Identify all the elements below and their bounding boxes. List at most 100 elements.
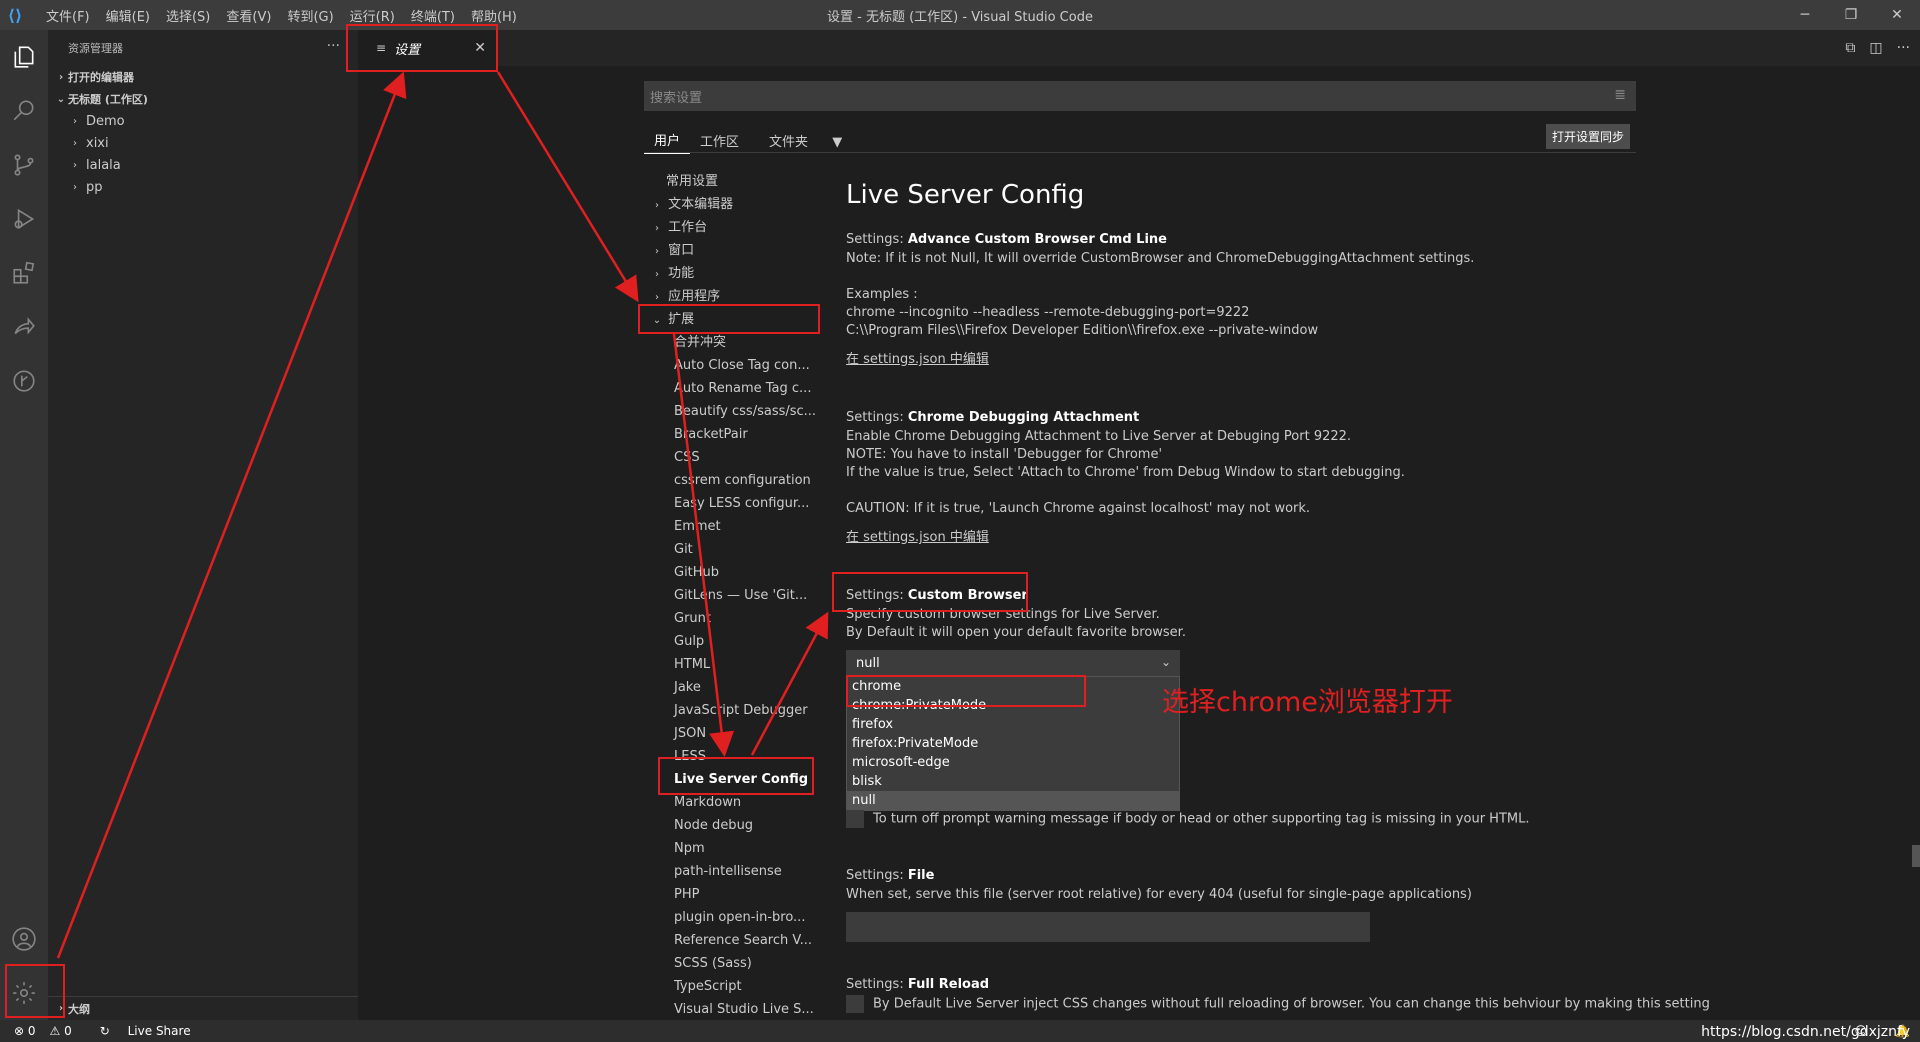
- option-blisk[interactable]: blisk: [847, 772, 1179, 791]
- toc-item[interactable]: › 文本编辑器: [644, 193, 824, 216]
- toc-ext-item[interactable]: Auto Rename Tag c...: [644, 377, 824, 400]
- toc-ext-item[interactable]: BracketPair: [644, 423, 824, 446]
- editor-tab-bar: ≡ 设置 ✕ ⧉ ◫ ···: [358, 30, 1920, 66]
- checkbox[interactable]: [846, 810, 864, 828]
- toc-ext-item[interactable]: Node debug: [644, 814, 824, 837]
- menu-help[interactable]: 帮助(H): [463, 6, 525, 25]
- menu-view[interactable]: 查看(V): [218, 6, 279, 25]
- tab-folder[interactable]: 文件夹 ▼: [749, 127, 862, 154]
- more-actions-icon[interactable]: ···: [327, 38, 340, 54]
- explorer-icon[interactable]: [0, 30, 48, 84]
- toc-item[interactable]: 常用设置: [644, 170, 824, 193]
- toc-ext-item[interactable]: cssrem configuration: [644, 469, 824, 492]
- open-settings-json-icon[interactable]: ⧉: [1845, 40, 1855, 56]
- toc-ext-item[interactable]: Git: [644, 538, 824, 561]
- option-microsoft-edge[interactable]: microsoft-edge: [847, 753, 1179, 772]
- custom-browser-select[interactable]: null ⌄: [846, 650, 1180, 676]
- live-share-icon[interactable]: [0, 300, 48, 354]
- toc-ext-item[interactable]: Auto Close Tag con...: [644, 354, 824, 377]
- toc-item[interactable]: › 工作台: [644, 216, 824, 239]
- toc-ext-item[interactable]: SCSS (Sass): [644, 952, 824, 975]
- search-icon[interactable]: [0, 84, 48, 138]
- toc-ext-item[interactable]: Jake: [644, 676, 824, 699]
- settings-search-input[interactable]: 搜索设置 ≣: [644, 81, 1636, 111]
- setting-line: chrome --incognito --headless --remote-d…: [846, 305, 1250, 320]
- toc-ext-item[interactable]: TypeScript: [644, 975, 824, 998]
- toc-ext-item[interactable]: Grunt: [644, 607, 824, 630]
- folder-pp[interactable]: › pp: [48, 176, 358, 198]
- extensions-icon[interactable]: [0, 246, 48, 300]
- toc-ext-item[interactable]: plugin open-in-bro...: [644, 906, 824, 929]
- settings-gear-icon[interactable]: [0, 966, 48, 1020]
- toc-ext-item[interactable]: GitHub: [644, 561, 824, 584]
- setting-title: Settings: File: [846, 868, 935, 883]
- menu-terminal[interactable]: 终端(T): [403, 6, 463, 25]
- accounts-icon[interactable]: [0, 912, 48, 966]
- toc-ext-item[interactable]: CSS: [644, 446, 824, 469]
- toc-ext-item[interactable]: Visual Studio Live S...: [644, 998, 824, 1021]
- close-window-button[interactable]: ✕: [1874, 0, 1920, 30]
- settings-sync-button[interactable]: 打开设置同步: [1546, 124, 1631, 149]
- toc-item-extensions[interactable]: ⌄ 扩展: [644, 308, 824, 331]
- option-null[interactable]: null: [847, 791, 1179, 810]
- toc-ext-item[interactable]: Npm: [644, 837, 824, 860]
- title-bar: ⟨⟩ 文件(F) 编辑(E) 选择(S) 查看(V) 转到(G) 运行(R) 终…: [0, 0, 1920, 30]
- menu-file[interactable]: 文件(F): [38, 6, 98, 25]
- edit-in-settings-json-link[interactable]: 在 settings.json 中编辑: [846, 352, 989, 367]
- live-share-status[interactable]: ↻ Live Share: [86, 1024, 191, 1038]
- edit-in-settings-json-link[interactable]: 在 settings.json 中编辑: [846, 530, 989, 545]
- restore-button[interactable]: ❐: [1828, 0, 1874, 30]
- setting-title: Settings: Chrome Debugging Attachment: [846, 410, 1140, 425]
- menu-go[interactable]: 转到(G): [279, 6, 341, 25]
- toc-ext-item[interactable]: path-intellisense: [644, 860, 824, 883]
- option-chrome-private[interactable]: chrome:PrivateMode: [847, 696, 1179, 715]
- minimize-button[interactable]: ─: [1782, 0, 1828, 30]
- folder-demo[interactable]: › Demo: [48, 110, 358, 132]
- toc-ext-item[interactable]: LESS: [644, 745, 824, 768]
- folder-lalala[interactable]: › lalala: [48, 154, 358, 176]
- toc-ext-item[interactable]: Reference Search V...: [644, 929, 824, 952]
- option-firefox-private[interactable]: firefox:PrivateMode: [847, 734, 1179, 753]
- menu-bar: 文件(F) 编辑(E) 选择(S) 查看(V) 转到(G) 运行(R) 终端(T…: [38, 6, 525, 25]
- toc-item[interactable]: › 功能: [644, 262, 824, 285]
- toc-ext-item[interactable]: Beautify css/sass/sc...: [644, 400, 824, 423]
- run-debug-icon[interactable]: [0, 192, 48, 246]
- toc-ext-item[interactable]: 合并冲突: [644, 331, 824, 354]
- toc-ext-item[interactable]: Emmet: [644, 515, 824, 538]
- split-editor-icon[interactable]: ◫: [1869, 40, 1882, 56]
- option-firefox[interactable]: firefox: [847, 715, 1179, 734]
- toc-item[interactable]: › 窗口: [644, 239, 824, 262]
- scrollbar-thumb[interactable]: [1912, 845, 1920, 867]
- toc-ext-item[interactable]: Easy LESS configur...: [644, 492, 824, 515]
- menu-run[interactable]: 运行(R): [342, 6, 403, 25]
- more-actions-icon[interactable]: ···: [1897, 40, 1910, 56]
- source-control-icon[interactable]: [0, 138, 48, 192]
- tab-settings[interactable]: ≡ 设置 ✕: [358, 30, 498, 66]
- errors-count[interactable]: ⊗ 0: [14, 1024, 36, 1038]
- tab-workspace[interactable]: 工作区: [690, 127, 749, 154]
- toc-ext-item[interactable]: Gulp: [644, 630, 824, 653]
- toc-ext-item[interactable]: Markdown: [644, 791, 824, 814]
- toc-ext-item-live-server[interactable]: Live Server Config: [644, 768, 824, 791]
- toc-ext-item[interactable]: HTML: [644, 653, 824, 676]
- file-input[interactable]: [846, 912, 1370, 942]
- checkbox[interactable]: [846, 995, 864, 1013]
- warnings-count[interactable]: ⚠ 0: [50, 1024, 72, 1038]
- close-tab-icon[interactable]: ✕: [474, 40, 486, 56]
- workspace-section[interactable]: ⌄ 无标题 (工作区): [48, 88, 358, 110]
- toc-ext-item[interactable]: JavaScript Debugger: [644, 699, 824, 722]
- outline-section[interactable]: › 大纲: [48, 996, 358, 1020]
- toc-ext-item[interactable]: GitLens — Use 'Git...: [644, 584, 824, 607]
- toc-item[interactable]: › 应用程序: [644, 285, 824, 308]
- toc-ext-item[interactable]: JSON: [644, 722, 824, 745]
- menu-selection[interactable]: 选择(S): [158, 6, 218, 25]
- gitlens-icon[interactable]: [0, 354, 48, 408]
- setting-custom-browser: Settings: Custom Browser Specify custom …: [846, 588, 1636, 811]
- folder-xixi[interactable]: › xixi: [48, 132, 358, 154]
- open-editors-section[interactable]: › 打开的编辑器: [48, 66, 358, 88]
- menu-edit[interactable]: 编辑(E): [98, 6, 158, 25]
- toc-ext-item[interactable]: PHP: [644, 883, 824, 906]
- option-chrome[interactable]: chrome: [847, 677, 1179, 696]
- tab-user[interactable]: 用户: [644, 126, 691, 154]
- filter-icon[interactable]: ≣: [1614, 87, 1626, 103]
